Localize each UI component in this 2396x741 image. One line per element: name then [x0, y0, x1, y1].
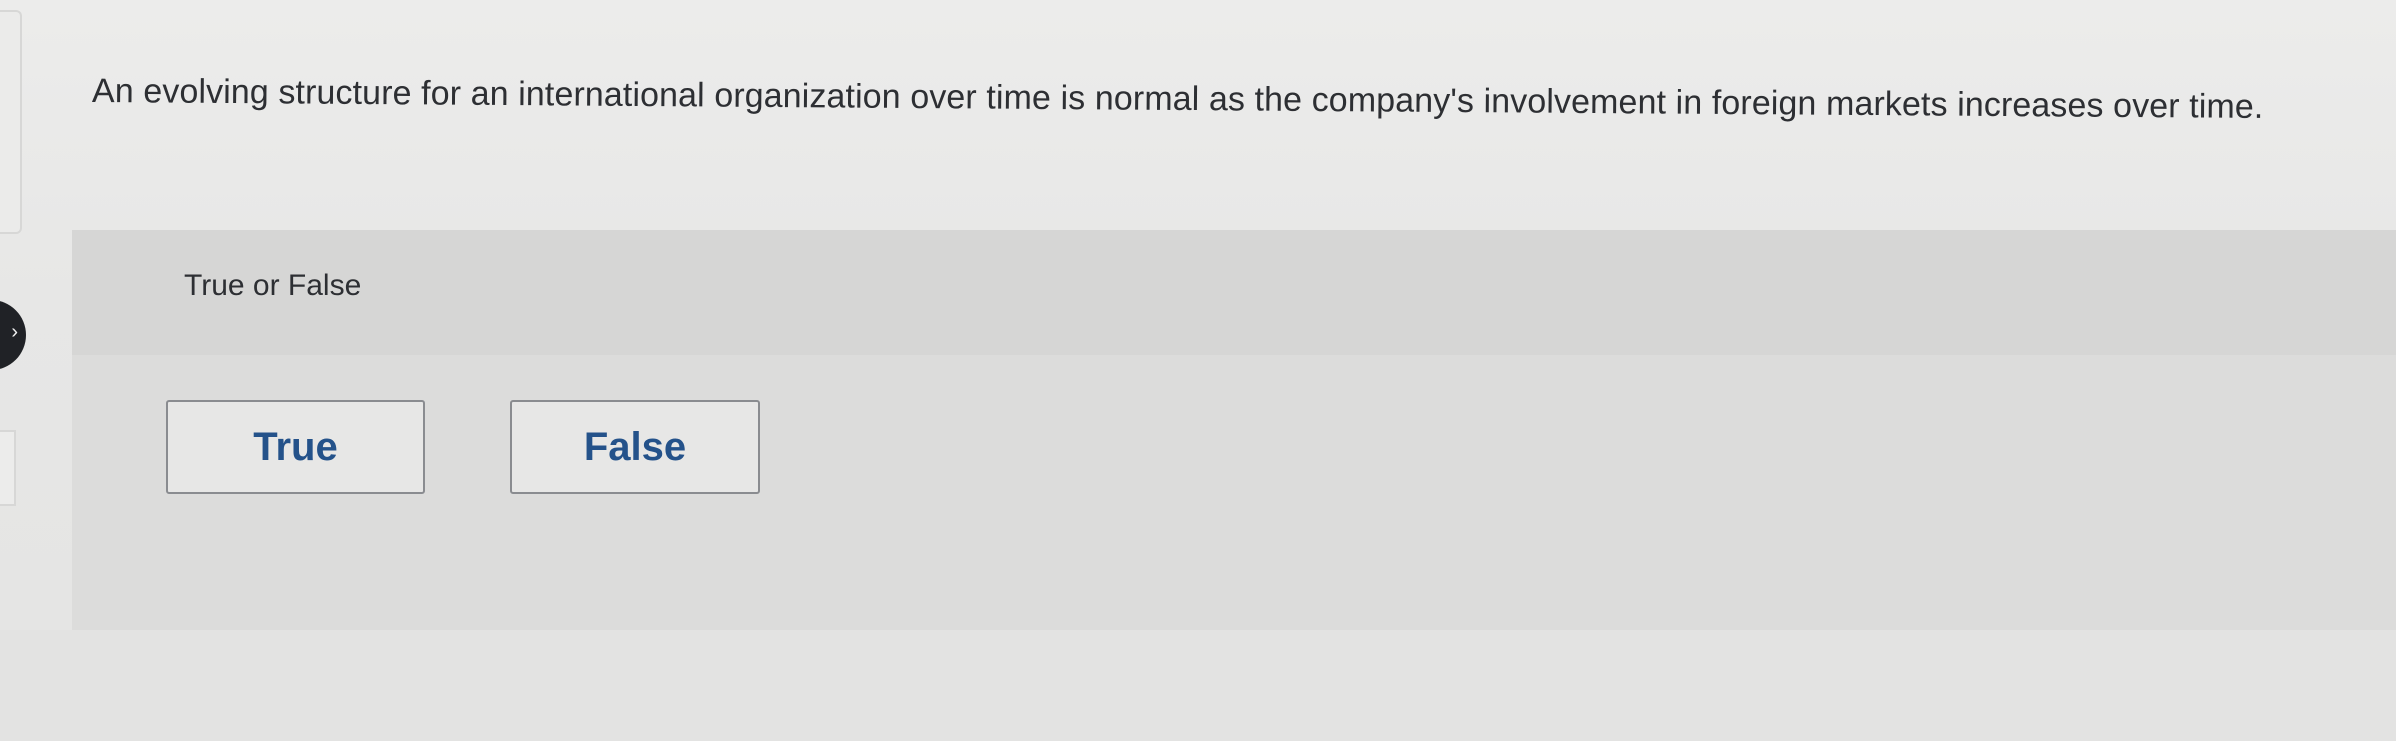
answer-panel: True or False True False: [72, 230, 2396, 630]
page-bottom-area: [0, 630, 2396, 741]
chevron-right-icon: ›: [11, 321, 18, 343]
true-false-prompt: True or False: [184, 269, 362, 302]
left-card-edge: [0, 10, 22, 234]
left-small-card-edge: [0, 430, 16, 506]
true-button[interactable]: True: [166, 400, 425, 494]
answer-panel-header: True or False: [72, 230, 2396, 355]
false-button[interactable]: False: [510, 400, 760, 494]
